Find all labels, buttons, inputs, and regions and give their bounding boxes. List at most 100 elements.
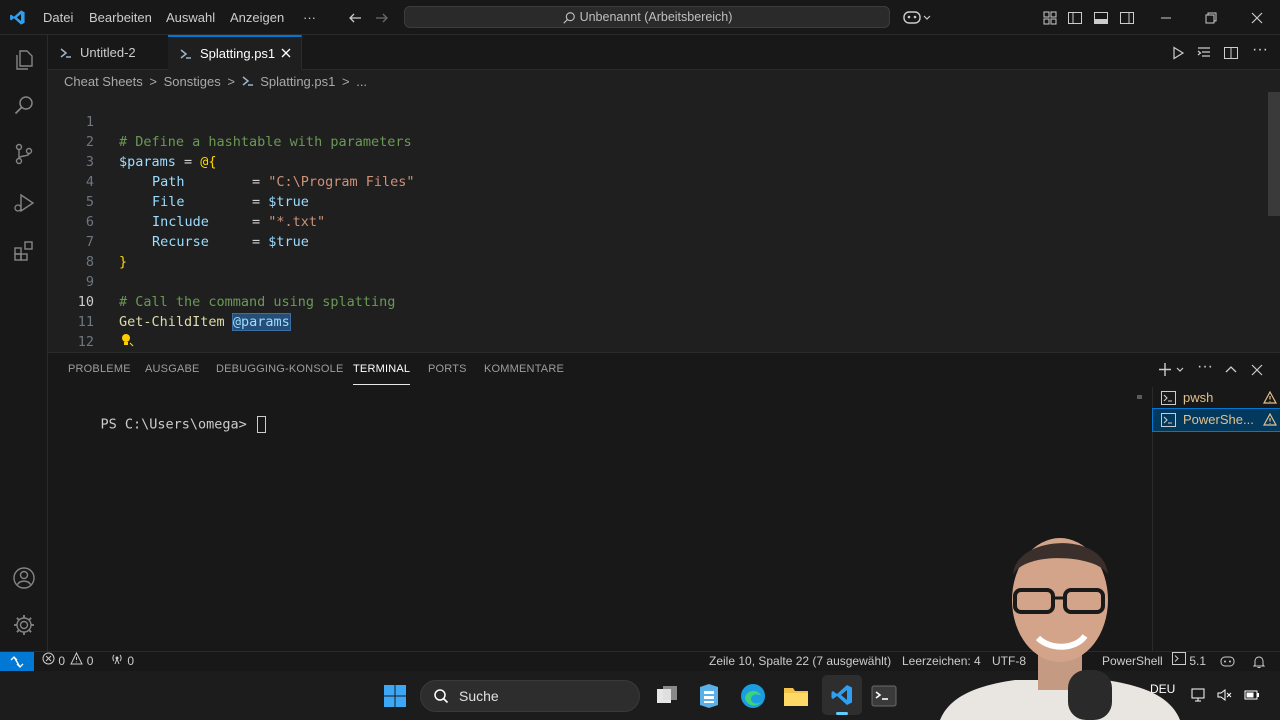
code-line: 7 } <box>48 212 1280 270</box>
toggle-panel-icon[interactable] <box>1093 10 1109 26</box>
back-arrow-icon[interactable] <box>347 10 363 26</box>
breadcrumb-item[interactable]: Sonstiges <box>164 74 221 89</box>
ports-status[interactable]: 0 <box>110 652 134 672</box>
run-debug-icon[interactable] <box>12 191 36 215</box>
menu-anzeigen[interactable]: Anzeigen <box>224 0 290 35</box>
battery-icon[interactable] <box>1244 687 1260 703</box>
code-line: 5 Include = "*.txt" <box>48 172 1280 230</box>
network-icon[interactable] <box>1190 687 1206 703</box>
code-line: 12 <box>48 312 1280 350</box>
menu-datei[interactable]: Datei <box>37 0 79 35</box>
terminal-cursor <box>256 416 266 433</box>
terminal-scrollbar[interactable] <box>1137 395 1142 399</box>
more-actions-icon[interactable]: ··· <box>1252 41 1268 59</box>
search-icon <box>562 8 576 28</box>
breadcrumb-item[interactable]: Cheat Sheets <box>64 74 143 89</box>
copilot-status-icon[interactable] <box>1220 655 1235 669</box>
task-view-icon[interactable] <box>655 684 679 708</box>
code-line-active: 10 Get-ChildItem @params <box>48 272 1280 331</box>
maximize-panel-icon[interactable] <box>1223 362 1239 378</box>
terminal-item-pwsh[interactable]: pwsh <box>1153 387 1280 409</box>
minimize-icon[interactable] <box>1158 10 1174 26</box>
breadcrumb-separator: > <box>341 74 350 89</box>
vscode-taskbar-button[interactable] <box>822 675 862 715</box>
terminal-output[interactable]: PS C:\Users\omega> <box>68 400 266 449</box>
tab-splatting-ps1[interactable]: Splatting.ps1 <box>168 35 302 70</box>
code-editor[interactable]: 1 # Define a hashtable with parameters 2… <box>48 92 1280 370</box>
close-window-icon[interactable] <box>1249 10 1265 26</box>
version-label: 5.1 <box>1189 654 1207 668</box>
error-count: 0 <box>58 654 66 668</box>
terminal-item-label: PowerShe... <box>1183 412 1254 427</box>
azure-data-studio-icon[interactable] <box>697 683 721 709</box>
menu-bearbeiten[interactable]: Bearbeiten <box>83 0 158 35</box>
editor-scrollbar[interactable] <box>1268 92 1280 216</box>
menu-more[interactable]: ··· <box>297 0 322 35</box>
forward-arrow-icon[interactable] <box>374 10 390 26</box>
customize-layout-icon[interactable] <box>1042 10 1058 26</box>
code-line: 3 Path = "C:\Program Files" <box>48 132 1280 190</box>
breadcrumb-separator: > <box>149 74 157 89</box>
command-center-search[interactable]: Unbenannt (Arbeitsbereich) <box>404 6 890 28</box>
taskbar-search[interactable]: Suche <box>420 680 640 712</box>
new-terminal-icon[interactable] <box>1158 362 1186 378</box>
account-icon[interactable] <box>12 566 36 590</box>
tab-kommentare[interactable]: KOMMENTARE <box>484 363 564 385</box>
vscode-icon <box>830 683 854 707</box>
close-tab-icon[interactable] <box>280 47 292 59</box>
tab-terminal[interactable]: TERMINAL <box>353 363 411 385</box>
vscode-logo-icon[interactable] <box>9 9 26 26</box>
run-file-icon[interactable] <box>1170 45 1186 61</box>
panel-more-icon[interactable]: ··· <box>1197 358 1213 376</box>
powershell-file-icon <box>180 48 192 60</box>
code-line: 8 <box>48 232 1280 270</box>
toggle-secondary-sidebar-icon[interactable] <box>1119 10 1135 26</box>
file-explorer-icon[interactable] <box>783 684 809 708</box>
tab-ausgabe[interactable]: AUSGABE <box>145 363 200 385</box>
code-line: 2 $params = @{ <box>48 112 1280 170</box>
menu-auswahl[interactable]: Auswahl <box>160 0 221 35</box>
restore-icon[interactable] <box>1203 10 1219 26</box>
terminal-prompt: PS C:\Users\omega> <box>100 416 255 433</box>
split-editor-icon[interactable] <box>1223 45 1239 61</box>
volume-muted-icon[interactable] <box>1216 687 1232 703</box>
warning-count: 0 <box>86 654 94 668</box>
tab-debugging-konsole[interactable]: DEBUGGING-KONSOLE <box>216 363 343 385</box>
code-line: 4 File = $true <box>48 152 1280 210</box>
active-app-indicator <box>836 712 848 715</box>
breadcrumb: Cheat Sheets > Sonstiges > Splatting.ps1… <box>64 72 367 92</box>
breadcrumb-item[interactable]: ... <box>356 74 367 89</box>
code-line: 1 # Define a hashtable with parameters <box>48 92 1280 150</box>
tab-ports[interactable]: PORTS <box>428 363 467 385</box>
close-panel-icon[interactable] <box>1249 362 1265 378</box>
powershell-file-icon <box>242 73 254 93</box>
broadcast-icon <box>110 652 124 671</box>
code-line: 6 Recurse = $true <box>48 192 1280 250</box>
copilot-icon[interactable] <box>903 9 931 26</box>
terminal-app-icon[interactable] <box>871 684 897 708</box>
tab-probleme[interactable]: PROBLEME <box>68 363 131 385</box>
tab-untitled-2[interactable]: Untitled-2 <box>48 35 168 70</box>
terminal-item-powershell[interactable]: PowerShe... <box>1152 408 1280 432</box>
extensions-icon[interactable] <box>12 239 36 263</box>
source-control-icon[interactable] <box>12 142 36 166</box>
problems-status[interactable]: 0 0 <box>42 652 93 672</box>
taskbar-search-label: Suche <box>459 688 499 704</box>
code-line: 13 <box>48 332 1280 370</box>
ports-count: 0 <box>127 654 135 668</box>
code-line: 11 <box>48 292 1280 347</box>
notifications-bell-icon[interactable] <box>1252 655 1266 669</box>
powershell-file-icon <box>60 47 72 59</box>
settings-gear-icon[interactable] <box>12 613 36 637</box>
cursor-position[interactable]: Zeile 10, Spalte 22 (7 ausgewählt) <box>709 652 891 672</box>
remote-indicator[interactable] <box>0 652 34 672</box>
windows-start-icon[interactable] <box>383 684 407 708</box>
toggle-sidebar-icon[interactable] <box>1067 10 1083 26</box>
breadcrumb-item[interactable]: Splatting.ps1 <box>260 74 335 89</box>
error-icon <box>42 652 55 671</box>
explorer-icon[interactable] <box>12 48 36 72</box>
warning-icon <box>70 652 84 671</box>
edge-browser-icon[interactable] <box>740 683 766 709</box>
search-icon[interactable] <box>12 94 36 118</box>
run-selection-icon[interactable] <box>1196 45 1212 61</box>
